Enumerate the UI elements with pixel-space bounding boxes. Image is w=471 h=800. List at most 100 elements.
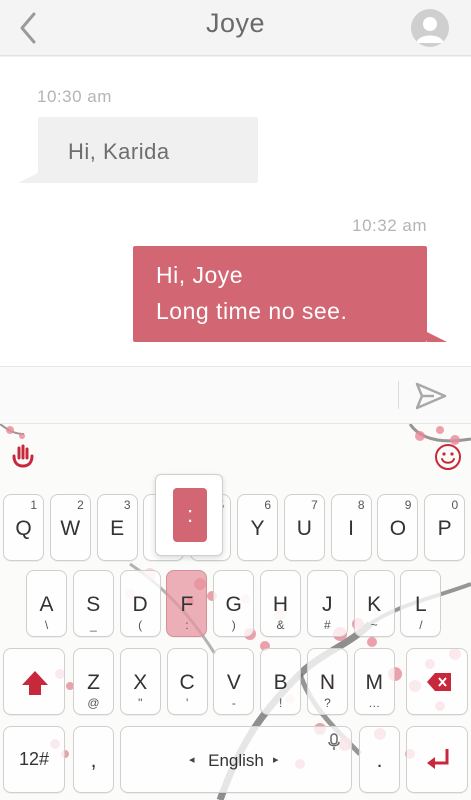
key-l[interactable]: L / [400,570,442,637]
key-hint: : [185,618,189,632]
key-p[interactable]: P0 [424,494,466,561]
key-hint: # [323,618,331,632]
key-a[interactable]: A \ [26,570,67,637]
key-hint: _ [89,618,97,632]
key-hint: ~ [370,618,378,632]
incoming-message-bubble[interactable]: Hi, Karida [18,117,258,183]
key-hint: 2 [77,498,84,512]
key-preview-char: : [173,488,207,542]
key-v[interactable]: V- [213,648,255,715]
keyboard-logo-icon[interactable] [8,442,38,472]
enter-key[interactable] [406,726,468,793]
key-hint: \ [44,618,49,632]
key-hint: 3 [123,498,131,512]
key-label: X [133,671,148,694]
key-m[interactable]: M… [353,648,395,715]
numbers-key-label: 12# [18,749,50,769]
key-label: E [110,517,125,540]
period-key[interactable]: . [359,726,400,793]
key-hint: ( [138,618,143,632]
key-hint: " [138,696,143,710]
key-i[interactable]: I8 [330,494,372,561]
key-o[interactable]: O9 [377,494,419,561]
emoji-icon[interactable] [433,442,463,472]
chat-header: Joye [0,0,471,56]
key-n[interactable]: N? [307,648,348,715]
key-label: K [367,593,382,616]
key-label: N [319,671,336,694]
key-hint: 9 [404,498,412,512]
message-thread: 10:30 am Hi, Karida 10:32 am Hi, Joye Lo… [0,57,471,366]
key-x[interactable]: X " [119,648,161,715]
key-k[interactable]: K ~ [353,570,395,637]
outgoing-message-bubble[interactable]: Hi, Joye Long time no see. [133,246,447,342]
key-hint: - [231,696,236,710]
key-label: U [296,517,312,540]
key-hint: 8 [357,498,365,512]
comma-key-label: , [90,749,97,772]
key-y[interactable]: Y6 [237,494,278,561]
key-label: I [348,517,355,540]
comma-key[interactable]: , [73,726,114,793]
user-avatar-icon[interactable] [411,9,449,47]
send-icon[interactable] [414,381,448,411]
key-hint: ' [185,696,189,710]
space-key-label: English [208,751,264,770]
key-hint: 6 [264,498,271,512]
keyboard-toolbar [0,424,471,488]
shift-icon [22,671,48,695]
enter-icon [427,749,449,769]
key-label: O [389,517,407,540]
key-label: Y [250,517,265,540]
key-label: J [322,593,333,616]
key-d[interactable]: D( [119,570,161,637]
key-label: B [273,671,288,694]
key-hint: ? [324,696,331,710]
key-hint: 1 [30,498,37,512]
messaging-app: Joye 10:30 am Hi, Karida 10:32 am Hi, Jo… [0,0,471,800]
contact-name: Joye [205,8,266,38]
key-label: M [365,671,384,694]
key-w[interactable]: W2 [49,494,91,561]
key-hint: ) [231,618,236,632]
key-hint: / [419,618,423,632]
key-hint: ! [279,696,283,710]
key-u[interactable]: U7 [283,494,325,561]
outgoing-timestamp: 10:32 am [352,216,427,235]
key-q[interactable]: Q1 [3,494,44,561]
key-e[interactable]: E3 [96,494,138,561]
outgoing-message-line2: Long time no see. [156,298,348,324]
microphone-icon [327,733,341,756]
key-label: D [132,593,148,616]
key-b[interactable]: B! [260,648,302,715]
key-h[interactable]: H & [260,570,301,637]
incoming-timestamp: 10:30 am [37,87,112,106]
message-input[interactable] [0,367,396,423]
key-label: L [415,593,427,616]
key-label: C [179,671,195,694]
composer-divider [398,381,399,409]
key-g[interactable]: G) [213,570,255,637]
space-key[interactable]: ◂ English ▸ [120,726,352,793]
key-label: Z [87,671,100,694]
outgoing-message-line1: Hi, Joye [156,262,244,288]
shift-key[interactable] [3,648,65,715]
key-label: Q [15,517,32,540]
key-hint: 0 [451,498,459,512]
space-arrow-right: ▸ [273,754,279,766]
key-label: F [180,593,194,616]
key-c[interactable]: C ' [166,648,208,715]
key-label: W [60,517,81,540]
key-label: A [39,593,54,616]
composer-bar [0,366,471,424]
key-hint: @ [87,696,100,710]
key-z[interactable]: Z @ [73,648,114,715]
key-j[interactable]: J # [306,570,348,637]
key-s[interactable]: S _ [72,570,114,637]
backspace-key[interactable] [406,648,468,715]
key-label: G [225,593,242,616]
key-f[interactable]: F: [166,570,208,637]
numbers-key[interactable]: 12# [3,726,65,793]
key-label: V [226,671,241,694]
key-label: P [437,517,452,540]
